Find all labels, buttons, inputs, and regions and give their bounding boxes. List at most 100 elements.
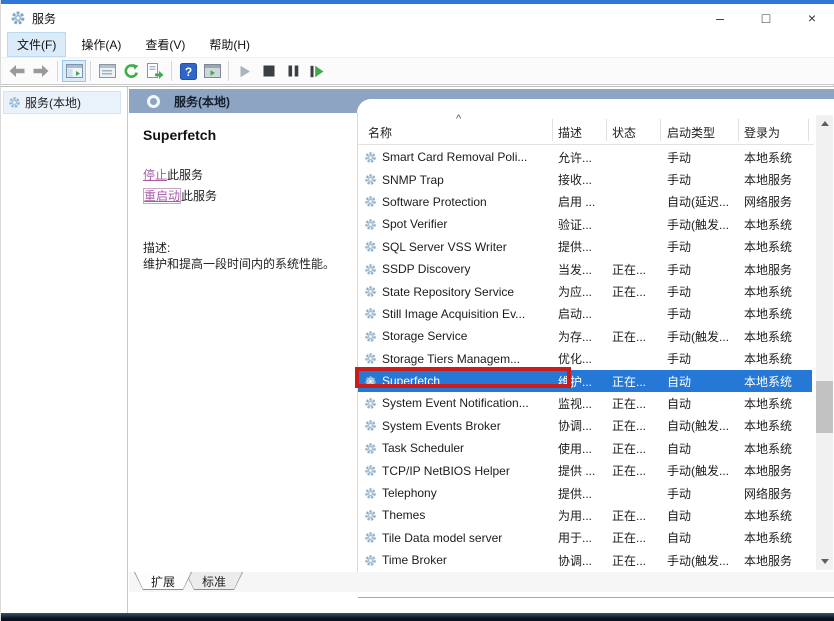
service-logon-cell: 本地系统 (744, 395, 812, 412)
column-divider[interactable] (606, 119, 607, 141)
back-arrow-icon[interactable] (5, 60, 29, 82)
service-desc-cell: 监视... (558, 395, 608, 412)
service-name-cell: Software Protection (364, 195, 550, 209)
toolbar-separator (90, 61, 91, 81)
service-startup-cell: 手动(触发... (667, 462, 739, 479)
service-gear-icon (364, 195, 377, 208)
service-status-cell: 正在... (612, 283, 662, 300)
table-row[interactable]: Smart Card Removal Poli...允许...手动本地系统 (358, 146, 814, 168)
show-console-tree-icon[interactable] (62, 60, 86, 82)
service-desc-cell: 为用... (558, 507, 608, 524)
service-desc-cell: 启用 ... (558, 193, 608, 210)
band-title: 服务(本地) (174, 93, 230, 110)
table-row[interactable]: System Events Broker协调...正在...自动(触发...本地… (358, 415, 814, 437)
table-row[interactable]: Themes为用...正在...自动本地系统 (358, 504, 814, 526)
pause-service-icon[interactable] (281, 60, 305, 82)
service-name-cell: SQL Server VSS Writer (364, 240, 550, 254)
table-row[interactable]: Tile Data model server用于...正在...自动本地系统 (358, 527, 814, 549)
menu-action[interactable]: 操作(A) (72, 33, 130, 56)
scroll-down-icon[interactable] (816, 553, 833, 570)
table-row[interactable]: Time Broker协调...正在...手动(触发...本地服务 (358, 549, 814, 571)
service-logon-cell: 网络服务 (744, 485, 812, 502)
tab-extended[interactable]: 扩展 (134, 572, 192, 590)
menu-file[interactable]: 文件(F) (7, 32, 66, 57)
service-status-cell: 正在... (612, 261, 662, 278)
service-desc-cell: 使用... (558, 440, 608, 457)
table-row[interactable]: State Repository Service为应...正在...手动本地系统 (358, 280, 814, 302)
service-desc-cell: 提供 ... (558, 462, 608, 479)
service-name-cell: SSDP Discovery (364, 262, 550, 276)
column-divider[interactable] (552, 119, 553, 141)
restart-service-link[interactable]: 重启动 (143, 188, 181, 204)
service-startup-cell: 自动(延迟... (667, 193, 739, 210)
details-area: 服务(本地) Superfetch 停止此服务 重启动此服务 描述: 维护和提高… (129, 87, 834, 614)
service-desc-cell: 当发... (558, 261, 608, 278)
service-gear-icon (364, 285, 377, 298)
column-logon-as[interactable]: 登录为 (744, 124, 780, 141)
properties-icon[interactable] (95, 60, 119, 82)
column-divider[interactable] (660, 119, 661, 141)
scrollbar-thumb[interactable] (816, 381, 833, 433)
service-desc-cell: 允许... (558, 149, 608, 166)
service-name-cell: Smart Card Removal Poli... (364, 150, 550, 164)
description-text: 维护和提高一段时间内的系统性能。 (143, 256, 351, 272)
start-service-icon[interactable] (233, 60, 257, 82)
table-row[interactable]: Software Protection启用 ...自动(延迟...网络服务 (358, 191, 814, 213)
column-status[interactable]: 状态 (612, 124, 636, 141)
restart-service-icon[interactable] (305, 60, 329, 82)
service-desc-cell: 提供... (558, 238, 608, 255)
column-divider[interactable] (738, 119, 739, 141)
service-desc-cell: 提供... (558, 485, 608, 502)
help-icon[interactable]: ? (176, 60, 200, 82)
vertical-scrollbar[interactable] (816, 115, 833, 570)
restart-service-suffix: 此服务 (181, 189, 217, 203)
svg-text:?: ? (184, 64, 191, 78)
service-logon-cell: 本地服务 (744, 462, 812, 479)
table-row[interactable]: Telephony提供...手动网络服务 (358, 482, 814, 504)
service-desc-cell: 协调... (558, 417, 608, 434)
minimize-button[interactable]: – (697, 4, 743, 32)
column-divider[interactable] (808, 119, 809, 141)
show-window-icon[interactable] (200, 60, 224, 82)
menu-view[interactable]: 查看(V) (136, 33, 194, 56)
service-startup-cell: 自动 (667, 529, 739, 546)
export-list-icon[interactable] (143, 60, 167, 82)
service-gear-icon (364, 419, 377, 432)
stop-service-icon[interactable] (257, 60, 281, 82)
service-desc-cell: 为存... (558, 328, 608, 345)
service-startup-cell: 手动 (667, 171, 739, 188)
service-gear-icon (364, 330, 377, 343)
column-description[interactable]: 描述 (558, 124, 582, 141)
table-row[interactable]: Task Scheduler使用...正在...自动本地系统 (358, 437, 814, 459)
table-row[interactable]: SNMP Trap接收...手动本地服务 (358, 168, 814, 190)
column-name[interactable]: 名称 (368, 124, 392, 141)
forward-arrow-icon[interactable] (29, 60, 53, 82)
console-tree-pane: 服务(本地) (1, 87, 128, 614)
table-row[interactable]: TCP/IP NetBIOS Helper提供 ...正在...手动(触发...… (358, 459, 814, 481)
table-row[interactable]: Storage Service为存...正在...手动(触发...本地系统 (358, 325, 814, 347)
maximize-button[interactable]: □ (743, 4, 789, 32)
service-startup-cell: 手动 (667, 261, 739, 278)
tree-item-services-local[interactable]: 服务(本地) (3, 91, 121, 114)
service-gear-icon (364, 218, 377, 231)
close-button[interactable]: × (789, 4, 834, 32)
table-row[interactable]: Still Image Acquisition Ev...启动...手动本地系统 (358, 303, 814, 325)
table-row[interactable]: Spot Verifier验证...手动(触发...本地系统 (358, 213, 814, 235)
stop-service-link[interactable]: 停止 (143, 168, 167, 182)
service-gear-icon (364, 509, 377, 522)
table-row[interactable]: SQL Server VSS Writer提供...手动本地系统 (358, 236, 814, 258)
scroll-up-icon[interactable] (816, 115, 833, 132)
service-gear-icon (364, 151, 377, 164)
column-startup-type[interactable]: 启动类型 (667, 124, 715, 141)
service-desc-cell: 启动... (558, 305, 608, 322)
service-name-cell: Spot Verifier (364, 217, 550, 231)
menu-help[interactable]: 帮助(H) (200, 33, 259, 56)
service-name-cell: Telephony (364, 486, 550, 500)
service-status-cell: 正在... (612, 462, 662, 479)
refresh-icon[interactable] (119, 60, 143, 82)
service-startup-cell: 手动(触发... (667, 552, 739, 569)
restart-service-line: 重启动此服务 (143, 186, 217, 207)
tab-standard[interactable]: 标准 (185, 572, 243, 590)
table-row[interactable]: SSDP Discovery当发...正在...手动本地服务 (358, 258, 814, 280)
table-row[interactable]: System Event Notification...监视...正在...自动… (358, 392, 814, 414)
